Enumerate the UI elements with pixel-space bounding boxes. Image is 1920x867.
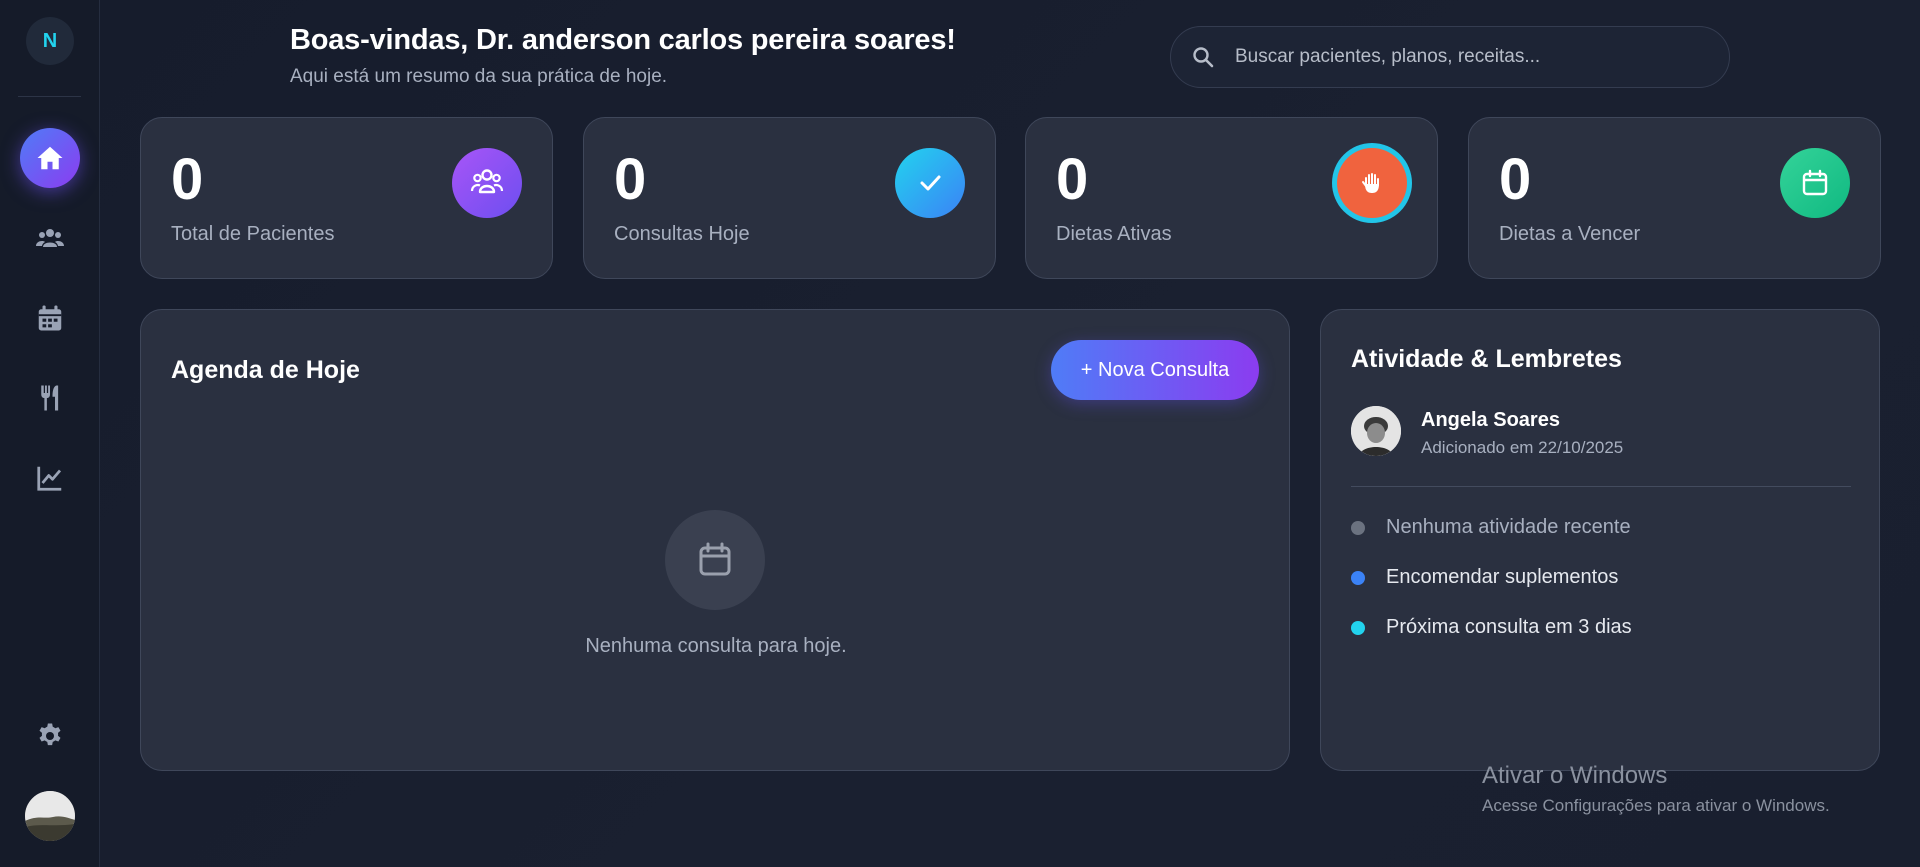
sidebar-item-diets[interactable] <box>20 368 80 428</box>
stat-value: 0 <box>171 147 204 212</box>
reminder-item: Próxima consulta em 3 dias <box>1351 616 1632 639</box>
users-icon <box>470 169 504 194</box>
check-icon <box>920 175 941 191</box>
app-logo[interactable]: N <box>26 17 74 65</box>
avatar-image <box>25 791 75 841</box>
stat-icon-badge <box>895 148 965 218</box>
stat-card-expiring-diets: 0 Dietas a Vencer <box>1468 117 1881 279</box>
stat-value: 0 <box>614 147 647 212</box>
sidebar-item-home[interactable] <box>20 128 80 188</box>
stat-label: Total de Pacientes <box>171 223 335 245</box>
search-icon <box>1193 47 1214 68</box>
reminder-item: Nenhuma atividade recente <box>1351 516 1631 539</box>
new-consultation-button[interactable]: + Nova Consulta <box>1051 340 1259 400</box>
home-icon <box>37 146 63 170</box>
sidebar-item-settings[interactable] <box>20 706 80 766</box>
users-icon <box>36 229 64 247</box>
reminder-item: Encomendar suplementos <box>1351 566 1618 589</box>
activity-title: Atividade & Lembretes <box>1351 345 1622 373</box>
stat-value: 0 <box>1056 147 1089 212</box>
sidebar-item-reports[interactable] <box>20 448 80 508</box>
activity-panel: Atividade & Lembretes Angela Soares Adic… <box>1320 309 1880 771</box>
sidebar-divider <box>18 96 81 97</box>
empty-state-icon-badge <box>665 510 765 610</box>
stat-card-active-diets: 0 Dietas Ativas <box>1025 117 1438 279</box>
windows-watermark-title: Ativar o Windows <box>1482 762 1668 789</box>
user-avatar[interactable] <box>25 791 75 841</box>
sidebar-item-calendar[interactable] <box>20 288 80 348</box>
hand-icon <box>1362 173 1379 193</box>
reminder-text: Nenhuma atividade recente <box>1386 516 1631 538</box>
calendar-icon <box>38 305 62 331</box>
person-name[interactable]: Angela Soares <box>1421 409 1560 432</box>
page-subtitle: Aqui está um resumo da sua prática de ho… <box>290 66 668 87</box>
stat-value: 0 <box>1499 147 1532 212</box>
status-dot <box>1351 620 1365 635</box>
person-added-date: Adicionado em 22/10/2025 <box>1421 438 1624 457</box>
empty-state-text: Nenhuma consulta para hoje. <box>585 635 847 657</box>
status-dot <box>1351 570 1365 585</box>
stat-label: Dietas a Vencer <box>1499 223 1641 245</box>
chart-line-icon <box>37 466 62 491</box>
agenda-title: Agenda de Hoje <box>171 356 360 384</box>
gear-icon <box>39 723 61 746</box>
utensils-icon <box>41 385 59 411</box>
reminder-text: Próxima consulta em 3 dias <box>1386 616 1632 638</box>
stat-icon-badge <box>452 148 522 218</box>
stat-label: Dietas Ativas <box>1056 223 1172 245</box>
stat-icon-badge <box>1337 148 1407 218</box>
person-avatar-image <box>1351 406 1401 456</box>
agenda-panel: Agenda de Hoje + Nova Consulta Nenhuma c… <box>140 309 1290 771</box>
stat-icon-badge <box>1780 148 1850 218</box>
calendar-icon <box>699 542 731 576</box>
search-bar[interactable] <box>1170 26 1730 88</box>
sidebar-item-patients[interactable] <box>20 208 80 268</box>
divider <box>1351 486 1851 487</box>
search-input[interactable] <box>1235 46 1695 68</box>
sidebar: N <box>0 0 100 867</box>
reminder-text: Encomendar suplementos <box>1386 566 1619 588</box>
calendar-icon <box>1802 169 1828 196</box>
status-dot <box>1351 520 1365 535</box>
stat-card-total-patients: 0 Total de Pacientes <box>140 117 553 279</box>
avatar[interactable] <box>1351 406 1401 456</box>
page-title: Boas-vindas, Dr. anderson carlos pereira… <box>290 24 956 56</box>
stat-card-consultations-today: 0 Consultas Hoje <box>583 117 996 279</box>
windows-watermark-subtitle: Acesse Configurações para ativar o Windo… <box>1482 796 1830 815</box>
stat-label: Consultas Hoje <box>614 223 750 245</box>
